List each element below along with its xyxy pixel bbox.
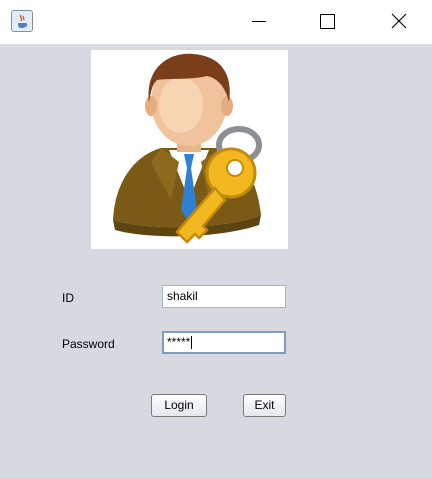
password-label: Password [62,337,115,351]
password-field-value: ***** [167,335,191,349]
id-label: ID [62,291,74,305]
title-bar [0,0,432,44]
password-field[interactable]: ***** [162,331,286,354]
minimize-button[interactable] [236,0,282,44]
login-panel: ID shakil Password ***** Login Exit [0,44,432,479]
close-button[interactable] [376,0,422,44]
exit-button[interactable]: Exit [243,394,286,417]
user-with-key-icon [91,50,288,249]
text-caret [191,336,193,350]
id-field[interactable]: shakil [162,285,286,308]
id-field-value: shakil [167,289,198,303]
login-button[interactable]: Login [151,394,207,417]
maximize-button[interactable] [304,0,350,44]
java-cup-icon[interactable] [11,10,33,32]
